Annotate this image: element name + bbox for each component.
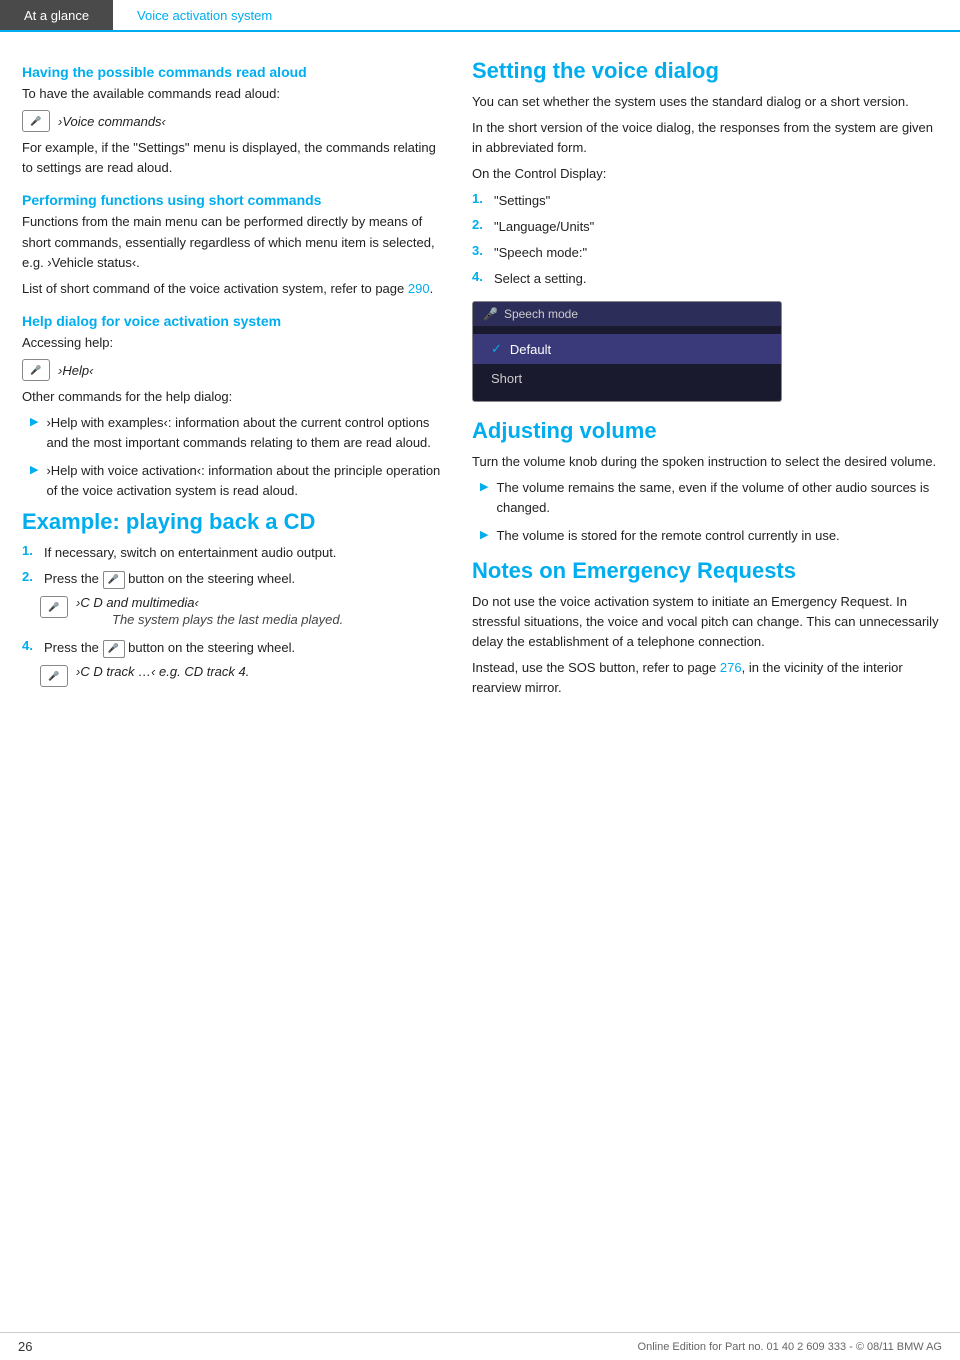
voice-dialog-body3: On the Control Display:: [472, 164, 942, 184]
steering-wheel-button-icon-1: 🎤: [103, 571, 125, 589]
vd-text-1: "Settings": [494, 191, 550, 211]
vd-step-4: 4. Select a setting.: [472, 269, 942, 289]
content-wrapper: Having the possible commands read aloud …: [0, 32, 960, 704]
section-help-dialog: Help dialog for voice activation system …: [22, 313, 442, 501]
vd-text-4: Select a setting.: [494, 269, 587, 289]
speech-mode-title-bar: 🎤 Speech mode: [473, 302, 781, 326]
bullet-text-vol-1: The volume remains the same, even if the…: [496, 478, 942, 518]
cd-step-4: 4. Press the 🎤 button on the steering wh…: [22, 638, 442, 658]
cd-step-2: 2. Press the 🎤 button on the steering wh…: [22, 569, 442, 589]
cd-step-1: 1. If necessary, switch on entertainment…: [22, 543, 442, 563]
section-having-commands: Having the possible commands read aloud …: [22, 64, 442, 178]
voice-icon-help: [22, 359, 50, 381]
section-heading-cd: Example: playing back a CD: [22, 509, 442, 535]
voice-dialog-body2: In the short version of the voice dialog…: [472, 118, 942, 158]
voice-dialog-steps: 1. "Settings" 2. "Language/Units" 3. "Sp…: [472, 191, 942, 290]
cd-steps-list: 1. If necessary, switch on entertainment…: [22, 543, 442, 688]
cd-step-3: ›C D and multimedia‹ The system plays th…: [40, 595, 442, 634]
vd-num-3: 3.: [472, 243, 494, 258]
speech-mode-icon: 🎤: [483, 307, 498, 321]
section-short-commands: Performing functions using short command…: [22, 192, 442, 299]
speech-mode-box: 🎤 Speech mode ✓ Default Short: [472, 301, 782, 402]
vd-num-2: 2.: [472, 217, 494, 232]
voice-icon-1: [22, 110, 50, 132]
check-mark-icon: ✓: [491, 341, 502, 357]
bullet-icon-vol-2: ▶: [480, 528, 488, 541]
step-text-2: Press the 🎤 button on the steering wheel…: [44, 569, 295, 589]
header-bar: At a glance Voice activation system: [0, 0, 960, 32]
voice-icon-cd-track: [40, 665, 68, 687]
section-adjusting-volume: Adjusting volume Turn the volume knob du…: [472, 418, 942, 546]
steering-wheel-button-icon-2: 🎤: [103, 640, 125, 658]
speech-mode-item-default[interactable]: ✓ Default: [473, 334, 781, 364]
page-link-290[interactable]: 290: [408, 281, 430, 296]
bullet-volume-1: ▶ The volume remains the same, even if t…: [472, 478, 942, 518]
section1-followup: For example, if the "Settings" menu is d…: [22, 138, 442, 178]
volume-body: Turn the volume knob during the spoken i…: [472, 452, 942, 472]
section-example-cd: Example: playing back a CD 1. If necessa…: [22, 509, 442, 688]
bullet-icon-vol-1: ▶: [480, 480, 488, 493]
cd-step-5: ›C D track …‹ e.g. CD track 4.: [40, 664, 442, 687]
bullet-icon-2: ▶: [30, 463, 38, 476]
step-num-4: 4.: [22, 638, 44, 653]
step-num-1: 1.: [22, 543, 44, 558]
vd-num-1: 1.: [472, 191, 494, 206]
command-voice-commands: ›Voice commands‹: [58, 114, 166, 129]
speech-mode-items: ✓ Default Short: [473, 326, 781, 401]
bullet-text-2: ›Help with voice activation‹: informatio…: [46, 461, 442, 501]
vd-text-3: "Speech mode:": [494, 243, 587, 263]
page-link-276[interactable]: 276: [720, 660, 742, 675]
bullet-text-1: ›Help with examples‹: information about …: [46, 413, 442, 453]
page-number: 26: [18, 1339, 32, 1354]
emergency-body2: Instead, use the SOS button, refer to pa…: [472, 658, 942, 698]
voice-dialog-body1: You can set whether the system uses the …: [472, 92, 942, 112]
section2-body: Functions from the main menu can be perf…: [22, 212, 442, 272]
cd-step-3-cmd: ›C D and multimedia‹: [76, 595, 199, 610]
tab-voice-activation: Voice activation system: [113, 0, 296, 30]
vd-step-1: 1. "Settings": [472, 191, 942, 211]
cd-step-3-note: The system plays the last media played.: [112, 610, 343, 630]
section-emergency-requests: Notes on Emergency Requests Do not use t…: [472, 558, 942, 699]
section-heading-3: Help dialog for voice activation system: [22, 313, 442, 329]
cd-step-5-cmd: ›C D track …‹ e.g. CD track 4.: [76, 664, 249, 679]
section-setting-voice-dialog: Setting the voice dialog You can set whe…: [472, 58, 942, 402]
speech-mode-item-short[interactable]: Short: [473, 364, 781, 393]
speech-mode-label-short: Short: [491, 371, 522, 386]
section-heading-2: Performing functions using short command…: [22, 192, 442, 208]
emergency-body1: Do not use the voice activation system t…: [472, 592, 942, 652]
bullet-help-voice: ▶ ›Help with voice activation‹: informat…: [22, 461, 442, 501]
vd-text-2: "Language/Units": [494, 217, 594, 237]
voice-command-line-1: ›Voice commands‹: [22, 110, 442, 132]
voice-icon-cd: [40, 596, 68, 618]
tab-at-a-glance: At a glance: [0, 0, 113, 30]
section3-intro: Accessing help:: [22, 333, 442, 353]
section-heading-1: Having the possible commands read aloud: [22, 64, 442, 80]
vd-num-4: 4.: [472, 269, 494, 284]
step-text-1: If necessary, switch on entertainment au…: [44, 543, 336, 563]
bullet-volume-2: ▶ The volume is stored for the remote co…: [472, 526, 942, 546]
vd-step-3: 3. "Speech mode:": [472, 243, 942, 263]
vd-step-2: 2. "Language/Units": [472, 217, 942, 237]
copyright-text: Online Edition for Part no. 01 40 2 609 …: [638, 1341, 942, 1353]
section-heading-emergency: Notes on Emergency Requests: [472, 558, 942, 584]
section1-intro: To have the available commands read alou…: [22, 84, 442, 104]
bullet-help-examples: ▶ ›Help with examples‹: information abou…: [22, 413, 442, 453]
right-column: Setting the voice dialog You can set whe…: [460, 50, 960, 704]
bullet-text-vol-2: The volume is stored for the remote cont…: [496, 526, 839, 546]
section2-body2: List of short command of the voice activ…: [22, 279, 442, 299]
speech-mode-label-default: Default: [510, 342, 551, 357]
speech-mode-title: Speech mode: [504, 307, 578, 321]
section3-intro2: Other commands for the help dialog:: [22, 387, 442, 407]
bullet-icon-1: ▶: [30, 415, 38, 428]
voice-command-line-help: ›Help‹: [22, 359, 442, 381]
left-column: Having the possible commands read aloud …: [0, 50, 460, 704]
step-num-2: 2.: [22, 569, 44, 584]
section-heading-voice-dialog: Setting the voice dialog: [472, 58, 942, 84]
section-heading-volume: Adjusting volume: [472, 418, 942, 444]
command-help: ›Help‹: [58, 363, 93, 378]
step-text-4: Press the 🎤 button on the steering wheel…: [44, 638, 295, 658]
footer-bar: 26 Online Edition for Part no. 01 40 2 6…: [0, 1332, 960, 1360]
